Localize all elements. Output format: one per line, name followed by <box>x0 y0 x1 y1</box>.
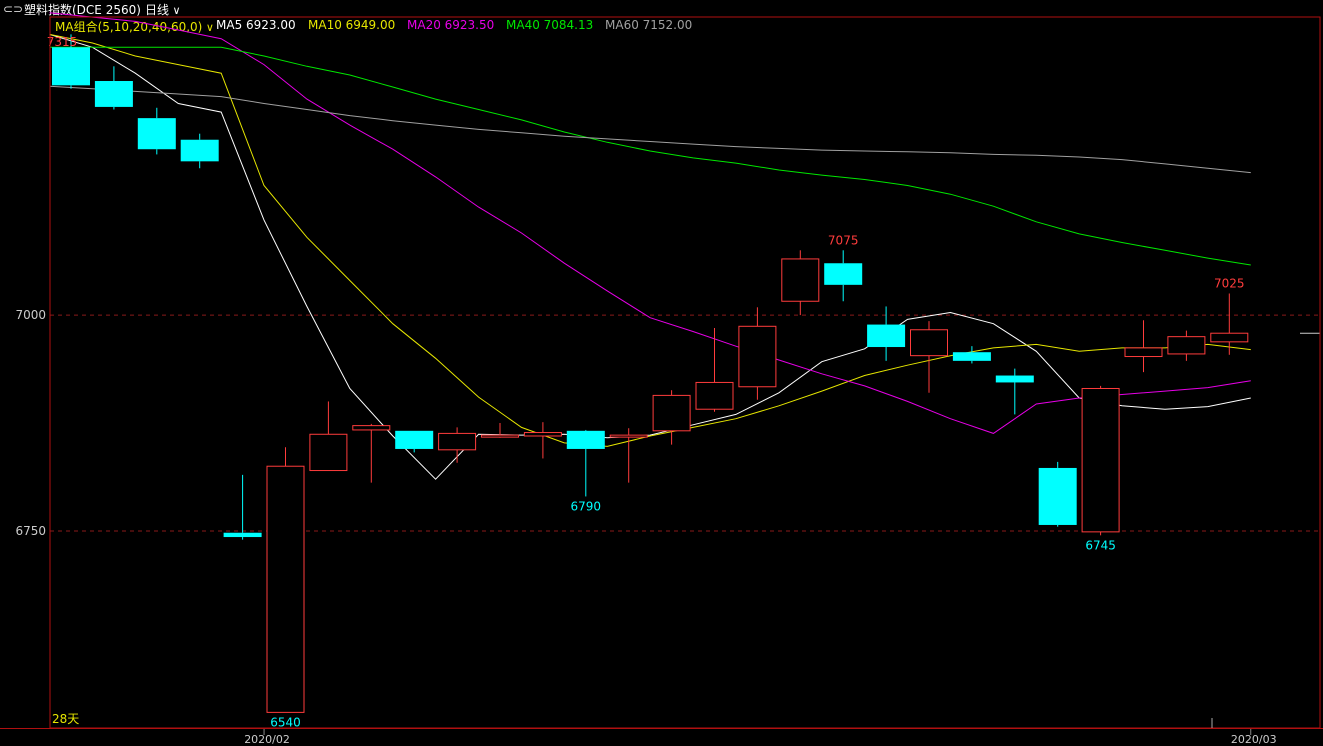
ma5-line <box>49 33 1251 480</box>
candle-body <box>867 324 906 348</box>
candle-body <box>1038 467 1077 525</box>
ma10-line <box>49 33 1251 447</box>
candle[interactable] <box>824 250 863 302</box>
candle[interactable] <box>910 321 948 393</box>
candle-body <box>652 394 691 432</box>
candle-body <box>137 118 176 150</box>
candle-body <box>1124 347 1163 358</box>
candle[interactable] <box>438 427 477 463</box>
candle[interactable] <box>695 328 734 412</box>
candle-body <box>910 329 948 357</box>
candle-body <box>438 432 477 451</box>
candle-body <box>223 532 262 538</box>
candle[interactable] <box>652 390 691 445</box>
candle-body <box>609 434 648 438</box>
x-tick-label: 2020/03 <box>1231 733 1277 746</box>
ma20-line <box>49 12 1251 434</box>
candle[interactable] <box>352 423 391 483</box>
candle[interactable] <box>609 428 648 483</box>
candle-body <box>566 430 605 449</box>
candle-body <box>523 432 562 437</box>
candle[interactable] <box>1081 385 1120 536</box>
candle[interactable] <box>1124 320 1163 373</box>
candle[interactable] <box>266 447 305 713</box>
candle-body <box>1210 332 1249 343</box>
candles-layer <box>52 34 1320 713</box>
candle[interactable] <box>1038 461 1077 527</box>
candle-body <box>738 325 777 388</box>
candle[interactable] <box>223 474 262 540</box>
candle-body <box>781 258 820 302</box>
candle[interactable] <box>566 429 605 497</box>
candle-body <box>1167 336 1206 355</box>
candle-body <box>1081 387 1120 533</box>
candle[interactable] <box>995 368 1034 415</box>
candle-body <box>94 81 133 107</box>
extreme-label: 6745 <box>1085 538 1116 552</box>
candle-body <box>52 47 90 86</box>
candle[interactable] <box>781 250 820 316</box>
candle[interactable] <box>94 66 133 110</box>
days-count-label: 28天 <box>52 712 79 726</box>
candle[interactable] <box>309 401 348 472</box>
candle-body <box>824 263 863 285</box>
price-chart[interactable]: 7000 6750 7315 6540 6790 7075 6745 7025 2020/0… <box>0 0 1323 746</box>
y-tick-label: 6750 <box>15 524 46 538</box>
ma-lines-layer <box>49 12 1251 480</box>
candle-body <box>309 433 348 472</box>
candle-body <box>952 352 991 361</box>
extreme-label: 7075 <box>828 233 859 247</box>
candle-body <box>180 139 219 162</box>
candle-body <box>995 375 1034 383</box>
extreme-label: 7315 <box>47 35 78 49</box>
candle[interactable] <box>180 133 219 169</box>
candle[interactable] <box>738 307 777 400</box>
ma40-line <box>49 46 1251 266</box>
ma60-line <box>49 85 1251 174</box>
y-tick-label: 7000 <box>15 308 46 322</box>
candle-body <box>395 430 434 449</box>
extreme-label: 6790 <box>571 499 602 513</box>
candle[interactable] <box>481 423 519 438</box>
extreme-label: 7025 <box>1214 276 1245 290</box>
extreme-label: 6540 <box>270 715 301 729</box>
candle-body <box>481 434 519 438</box>
candle-body <box>352 425 391 431</box>
candle[interactable] <box>137 107 176 155</box>
candle-body <box>266 465 305 713</box>
x-tick-label: 2020/02 <box>244 733 290 746</box>
candle[interactable] <box>952 346 991 364</box>
chart-frame: 2020/02 2020/03 28天 <box>0 16 1323 746</box>
candle[interactable] <box>395 430 434 453</box>
candle-body <box>695 381 734 410</box>
candle[interactable] <box>1167 330 1206 361</box>
